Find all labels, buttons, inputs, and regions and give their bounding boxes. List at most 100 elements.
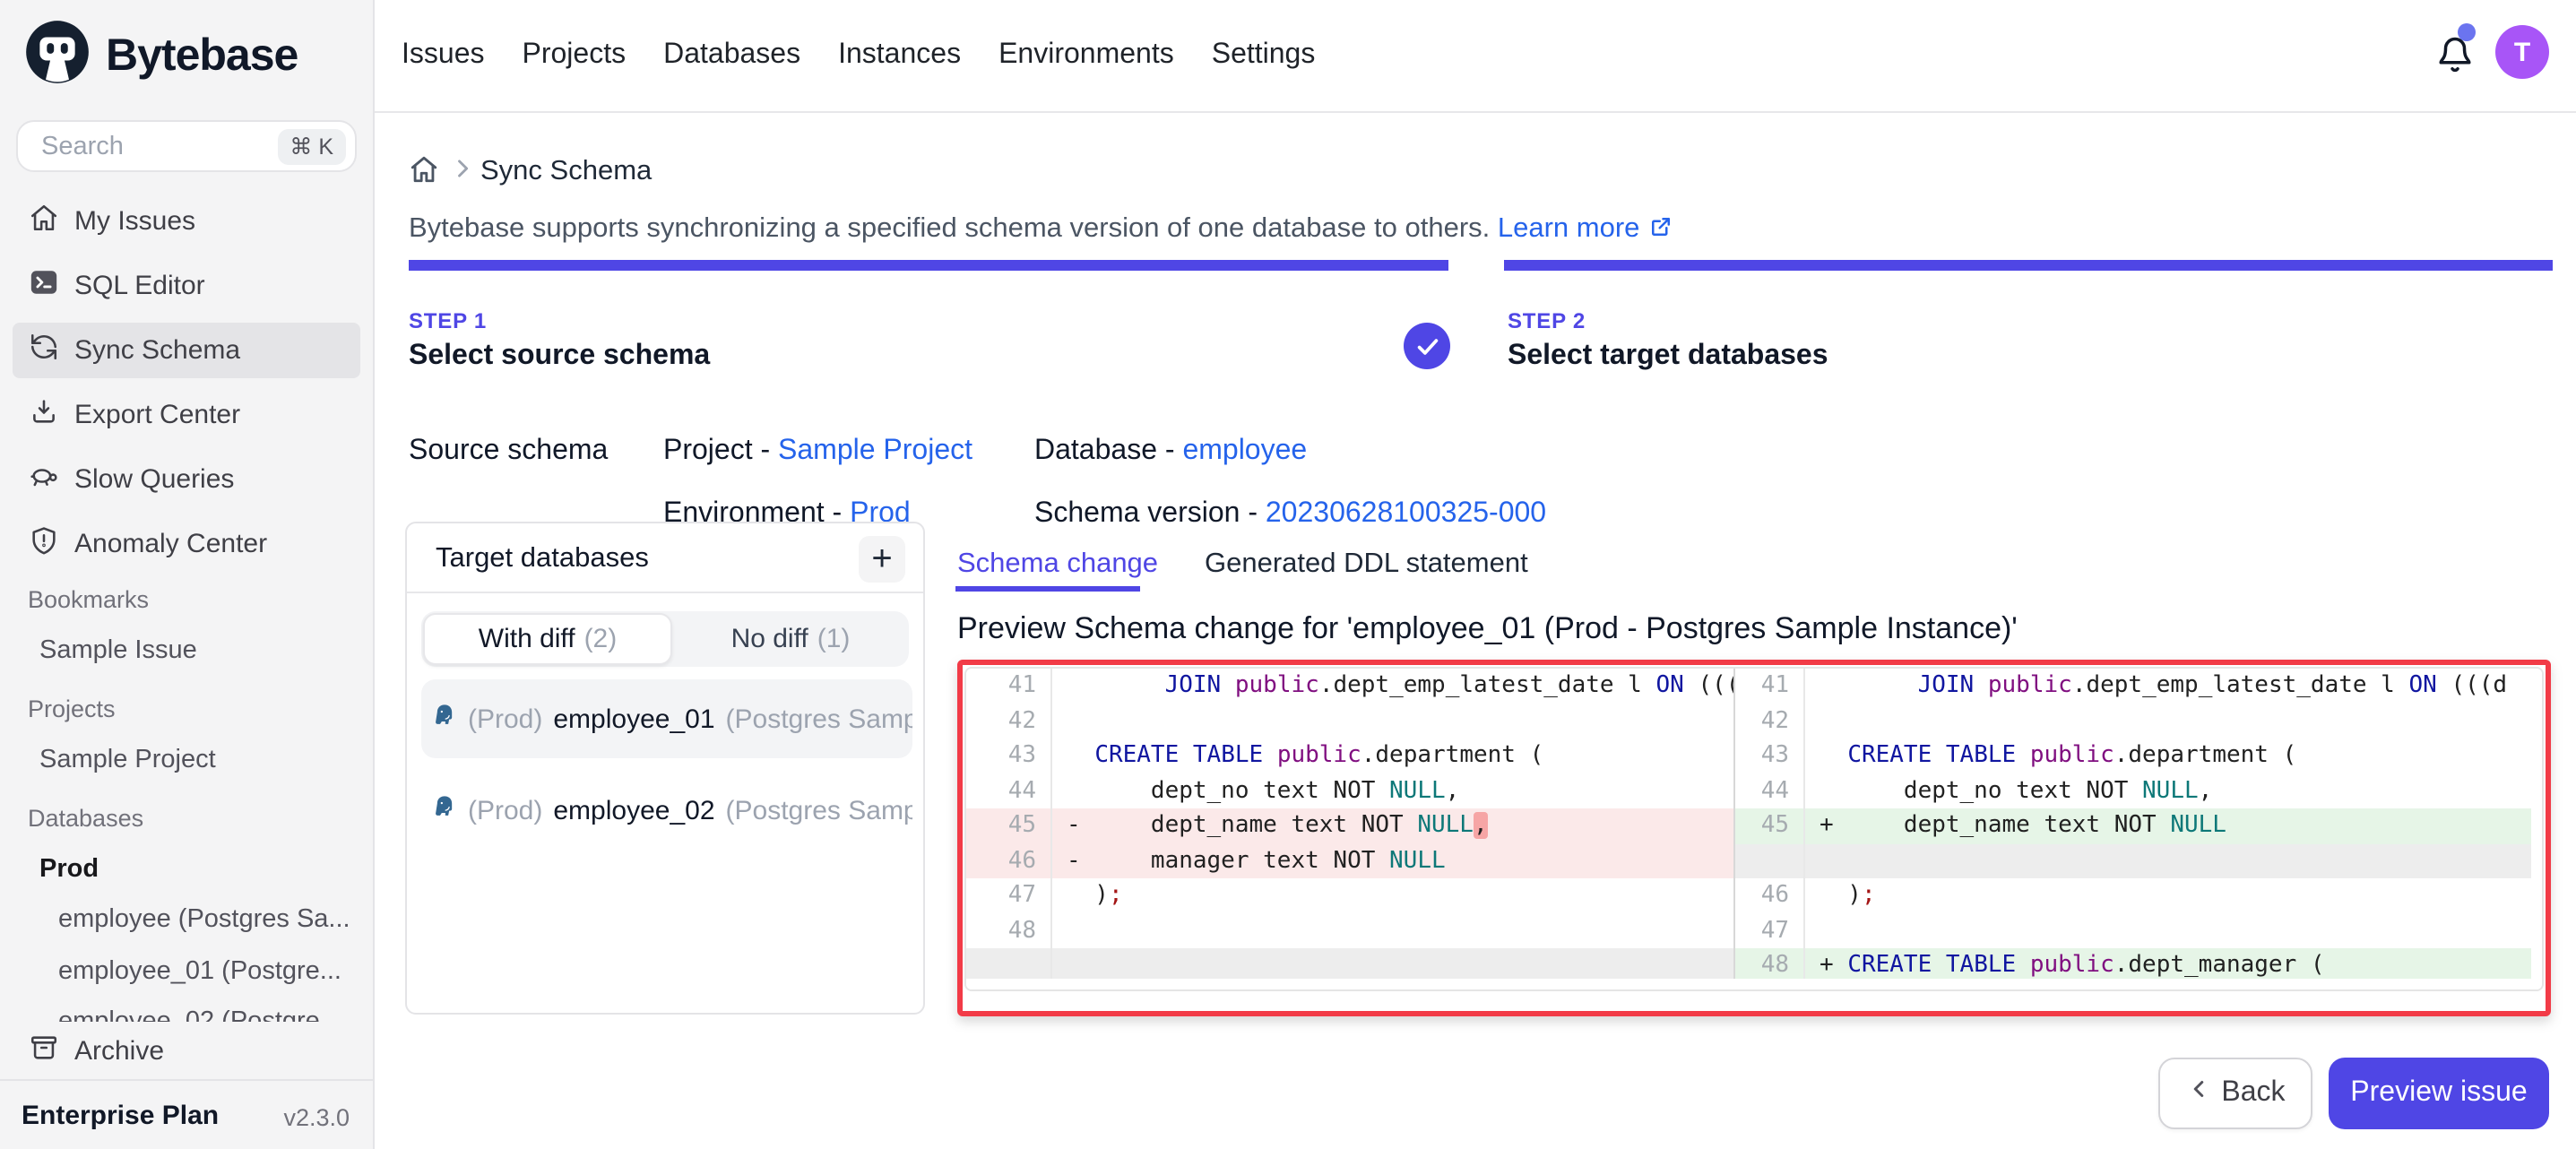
nav-item-environments[interactable]: Environments — [998, 39, 1174, 72]
diff-editor[interactable]: 41 JOIN public.dept_emp_latest_date l ON… — [964, 667, 2544, 991]
line-number — [1735, 843, 1805, 878]
diff-row: 45- dept_name text NOT NULL, — [966, 808, 1733, 843]
tab-with-diff[interactable]: With diff (2) — [423, 613, 672, 665]
sidebar-item-export-center[interactable]: Export Center — [13, 387, 360, 443]
source-schema-label: Source schema — [409, 436, 608, 468]
sidebar-menu: My Issues SQL Editor Sync Schema Export Cen… — [0, 194, 373, 581]
source-project: Project - Sample Project — [663, 436, 972, 468]
app-window: Bytebase ⌘ K My Issues SQL Editor Sync Sch… — [0, 0, 2576, 1149]
nav-item-projects[interactable]: Projects — [523, 39, 627, 72]
nav-item-instances[interactable]: Instances — [838, 39, 961, 72]
sidebar-item-sample-issue[interactable]: Sample Issue — [0, 625, 373, 676]
search-input[interactable] — [38, 122, 278, 172]
sidebar-item-anomaly-center[interactable]: Anomaly Center — [13, 516, 360, 572]
diff-row: 46 ); — [1735, 878, 2542, 913]
nav-item-issues[interactable]: Issues — [402, 39, 485, 72]
back-button[interactable]: Back — [2158, 1058, 2312, 1129]
avatar[interactable]: T — [2495, 25, 2549, 79]
chevron-left-icon — [2185, 1076, 2212, 1111]
database-link[interactable]: employee — [1182, 436, 1307, 466]
project-link[interactable]: Sample Project — [778, 436, 972, 466]
target-db-row-employee_02[interactable]: (Prod)employee_02(Postgres Samp... — [421, 771, 912, 850]
schema-version-link[interactable]: 20230628100325-000 — [1266, 498, 1546, 529]
diff-row: 45+ dept_name text NOT NULL — [1735, 808, 2542, 843]
line-number: 46 — [966, 843, 1052, 878]
code-line: + dept_name text NOT NULL — [1805, 808, 2542, 843]
sidebar-item-slow-queries[interactable]: Slow Queries — [13, 452, 360, 507]
diff-row: 46- manager text NOT NULL — [966, 843, 1733, 878]
code-line — [1805, 913, 2542, 948]
sync-icon — [28, 332, 58, 369]
horizontal-scrollbar-track[interactable] — [966, 978, 2542, 991]
tab-generated-ddl[interactable]: Generated DDL statement — [1205, 549, 1528, 581]
tab-label: No diff — [731, 624, 808, 654]
sidebar-item-label: Export Center — [74, 400, 240, 430]
line-number: 48 — [966, 913, 1052, 948]
line-number: 45 — [966, 808, 1052, 843]
sidebar-item-prod[interactable]: Prod — [0, 843, 373, 894]
line-number — [966, 948, 1052, 978]
sidebar-item-sync-schema[interactable]: Sync Schema — [13, 323, 360, 378]
tab-count: (2) — [584, 624, 618, 654]
line-number: 44 — [1735, 773, 1805, 808]
notification-bell-icon[interactable] — [2436, 36, 2474, 82]
target-panel-title: Target databases — [436, 543, 649, 575]
line-number: 48 — [1735, 948, 1805, 978]
sidebar-item-label: Anomaly Center — [74, 529, 267, 559]
brand[interactable]: Bytebase — [23, 18, 298, 95]
line-number: 41 — [1735, 669, 1805, 704]
sidebar-item-employee-postgres-sa[interactable]: employee (Postgres Sa... — [0, 894, 373, 946]
code-line: CREATE TABLE public.department ( — [1052, 739, 1733, 773]
learn-more-link[interactable]: Learn more — [1498, 213, 1640, 244]
preview-issue-button[interactable]: Preview issue — [2329, 1058, 2549, 1129]
sidebar-footer: Enterprise Plan v2.3.0 — [0, 1079, 373, 1149]
database-label: Database - — [1034, 436, 1182, 466]
bytebase-logo-icon — [23, 18, 91, 95]
download-icon — [28, 396, 58, 434]
diff-row: 47 — [1735, 913, 2542, 948]
code-line: JOIN public.dept_emp_latest_date l ON ((… — [1805, 669, 2542, 704]
shield-icon — [28, 525, 58, 563]
turtle-icon — [28, 461, 58, 498]
diff-row — [1735, 843, 2542, 878]
terminal-icon — [28, 267, 58, 305]
top-nav: Issues Projects Databases Instances Environm… — [375, 0, 2576, 112]
nav-item-databases[interactable]: Databases — [663, 39, 800, 72]
code-line: dept_no text NOT NULL, — [1052, 773, 1733, 808]
notification-dot — [2458, 23, 2476, 41]
target-db-row-employee_01[interactable]: (Prod)employee_01(Postgres Sampl... — [421, 679, 912, 758]
step1-label: STEP 1 — [409, 308, 487, 333]
sidebar-item-employee_02-postgre[interactable]: employee_02 (Postgre — [0, 997, 373, 1022]
page-description: Bytebase supports synchronizing a specif… — [409, 213, 1674, 249]
tab-schema-change[interactable]: Schema change — [957, 549, 1158, 581]
source-database: Database - employee — [1034, 436, 1307, 468]
code-line: dept_no text NOT NULL, — [1805, 773, 2542, 808]
sidebar: Bytebase ⌘ K My Issues SQL Editor Sync Sch… — [0, 0, 375, 1149]
diff-row: 48 — [966, 913, 1733, 948]
search-box[interactable]: ⌘ K — [16, 120, 357, 172]
sidebar-item-sql-editor[interactable]: SQL Editor — [13, 258, 360, 314]
sidebar-item-sample-project[interactable]: Sample Project — [0, 734, 373, 785]
diff-row: 47 ); — [966, 878, 1733, 913]
line-number: 43 — [966, 739, 1052, 773]
vertical-scrollbar-gutter[interactable] — [2531, 669, 2542, 978]
nav-item-settings[interactable]: Settings — [1212, 39, 1316, 72]
external-link-icon[interactable] — [1647, 217, 1674, 247]
line-number: 44 — [966, 773, 1052, 808]
tab-no-diff[interactable]: No diff (1) — [672, 611, 909, 667]
breadcrumb-separator-icon — [450, 156, 475, 190]
db-instance: (Postgres Sampl... — [726, 704, 912, 734]
line-number: 46 — [1735, 878, 1805, 913]
sidebar-item-employee_01-postgre[interactable]: employee_01 (Postgre... — [0, 946, 373, 997]
active-tab-underline — [955, 586, 1140, 592]
code-line: + CREATE TABLE public.dept_manager ( — [1805, 948, 2542, 978]
sidebar-item-my-issues[interactable]: My Issues — [13, 194, 360, 249]
postgres-icon — [432, 794, 457, 826]
version-label: Schema version - — [1034, 498, 1266, 529]
add-target-database-button[interactable]: + — [859, 536, 905, 583]
diff-row: 41 JOIN public.dept_emp_latest_date l ON… — [1735, 669, 2542, 704]
section-header-bookmarks: Bookmarks — [0, 574, 373, 625]
breadcrumb-home-icon[interactable] — [409, 154, 439, 194]
sidebar-item-archive[interactable]: Archive — [0, 1024, 373, 1079]
db-instance: (Postgres Samp... — [726, 795, 912, 825]
